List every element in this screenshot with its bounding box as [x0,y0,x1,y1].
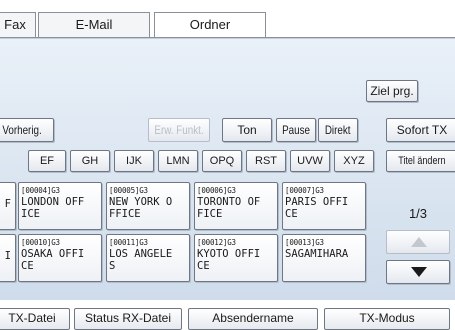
absendername-label: Absendername [212,311,294,325]
tx-modus-label: TX-Modus [359,311,415,325]
titel-aendern-label: Titel ändern [398,155,446,167]
tab-fax-label: Fax [4,17,26,32]
alpha-tab-ijk[interactable]: IJK [114,150,154,172]
direkt-button[interactable]: Direkt [318,118,358,142]
bottom-bar: TX-Datei Status RX-Datei Absendername TX… [0,300,455,330]
status-rx-datei-label: Status RX-Datei [84,311,172,325]
alpha-tab-label: XYZ [343,155,365,167]
destination-name-line1: KYOTO OFFI [197,248,261,260]
destination-name-line2: CE [21,260,34,272]
page-counter: 1/3 [408,206,428,221]
destination-key[interactable]: [00005]G3 NEW YORK O FFICE [106,182,190,230]
tx-datei-label: TX-Datei [8,311,56,325]
destination-name-line2: CE [285,208,298,220]
tab-email[interactable]: E-Mail [38,12,150,39]
destination-code: [00004]G3 [21,186,60,195]
pause-button[interactable]: Pause [276,118,316,142]
sofort-tx-label: Sofort TX [396,123,448,137]
erw-funkt-label: Erw. Funkt. [154,123,204,137]
triangle-down-icon [411,267,427,277]
alpha-tab-lmn[interactable]: LMN [158,150,198,172]
destination-key-partial[interactable]: F [0,182,16,230]
destination-key-partial[interactable]: I [0,234,16,282]
destination-key[interactable]: [00012]G3 KYOTO OFFI CE [194,234,278,282]
destination-name-line2: CE [197,260,210,272]
destination-name-line2: FICE [197,208,223,220]
destination-name-line1: LONDON OFF [21,196,85,208]
destination-name-partial: I [4,250,11,262]
destination-code: [00007]G3 [285,186,324,195]
destination-key[interactable]: [00010]G3 OSAKA OFFI CE [18,234,102,282]
alpha-tab-label: UVW [297,155,323,167]
alpha-tab-rst[interactable]: RST [246,150,286,172]
scroll-down-button[interactable] [386,260,450,284]
status-rx-datei-button[interactable]: Status RX-Datei [74,308,182,330]
tx-datei-button[interactable]: TX-Datei [0,308,70,330]
alpha-tab-uvw[interactable]: UVW [290,150,330,172]
destination-name-line2: FFICE [109,208,141,220]
absendername-button[interactable]: Absendername [188,308,318,330]
alpha-tab-gh[interactable]: GH [70,150,110,172]
ziel-prg-button[interactable]: Ziel prg. [366,80,418,102]
destination-name-line1: NEW YORK O [109,196,173,208]
vorherig-button[interactable]: Vorherig. [0,118,54,142]
alpha-tab-label: IJK [126,155,142,167]
alpha-tab-label: LMN [166,155,190,167]
ton-label: Ton [237,123,257,137]
destination-name-line1: PARIS OFFI [285,196,349,208]
erw-funkt-button[interactable]: Erw. Funkt. [148,118,210,142]
destination-key[interactable]: [00007]G3 PARIS OFFI CE [282,182,366,230]
ziel-prg-label: Ziel prg. [370,84,414,98]
destination-key[interactable]: [00004]G3 LONDON OFF ICE [18,182,102,230]
destination-code: [00012]G3 [197,238,236,247]
destination-name-line2: S [109,260,116,272]
direkt-label: Direkt [325,123,351,137]
tab-folder-label: Ordner [189,17,231,32]
destination-name-line2: ICE [21,208,40,220]
destination-code: [00006]G3 [197,186,236,195]
tab-email-label: E-Mail [75,17,113,32]
destination-key[interactable]: [00013]G3 SAGAMIHARA [282,234,366,282]
destination-name-line1: TORONTO OF [197,196,261,208]
triangle-up-icon [411,237,427,247]
alpha-tab-ef[interactable]: EF [28,150,66,172]
destination-code: [00010]G3 [21,238,60,247]
alpha-tab-label: GH [81,155,99,167]
destination-code: [00005]G3 [109,186,148,195]
tab-folder[interactable]: Ordner [154,12,266,39]
tab-fax[interactable]: Fax [0,12,36,39]
destination-key[interactable]: [00011]G3 LOS ANGELE S [106,234,190,282]
vorherig-label: Vorherig. [2,123,42,137]
scroll-up-button[interactable] [386,230,450,254]
destination-code: [00013]G3 [285,238,324,247]
alpha-tab-label: RST [255,155,277,167]
alpha-tab-label: EF [39,155,55,167]
destination-key[interactable]: [00006]G3 TORONTO OF FICE [194,182,278,230]
destination-name-partial: F [4,198,11,210]
destination-name-line1: SAGAMIHARA [285,248,349,260]
destination-name-line1: OSAKA OFFI [21,248,85,260]
ton-button[interactable]: Ton [222,118,272,142]
titel-aendern-button[interactable]: Titel ändern [386,150,455,172]
alpha-tab-opq[interactable]: OPQ [202,150,242,172]
alpha-tab-label: OPQ [209,155,235,167]
alpha-tab-xyz[interactable]: XYZ [334,150,374,172]
sofort-tx-button[interactable]: Sofort TX [386,118,455,142]
pause-label: Pause [282,123,310,137]
destination-code: [00011]G3 [109,238,148,247]
tx-modus-button[interactable]: TX-Modus [324,308,450,330]
destination-name-line1: LOS ANGELE [109,248,173,260]
